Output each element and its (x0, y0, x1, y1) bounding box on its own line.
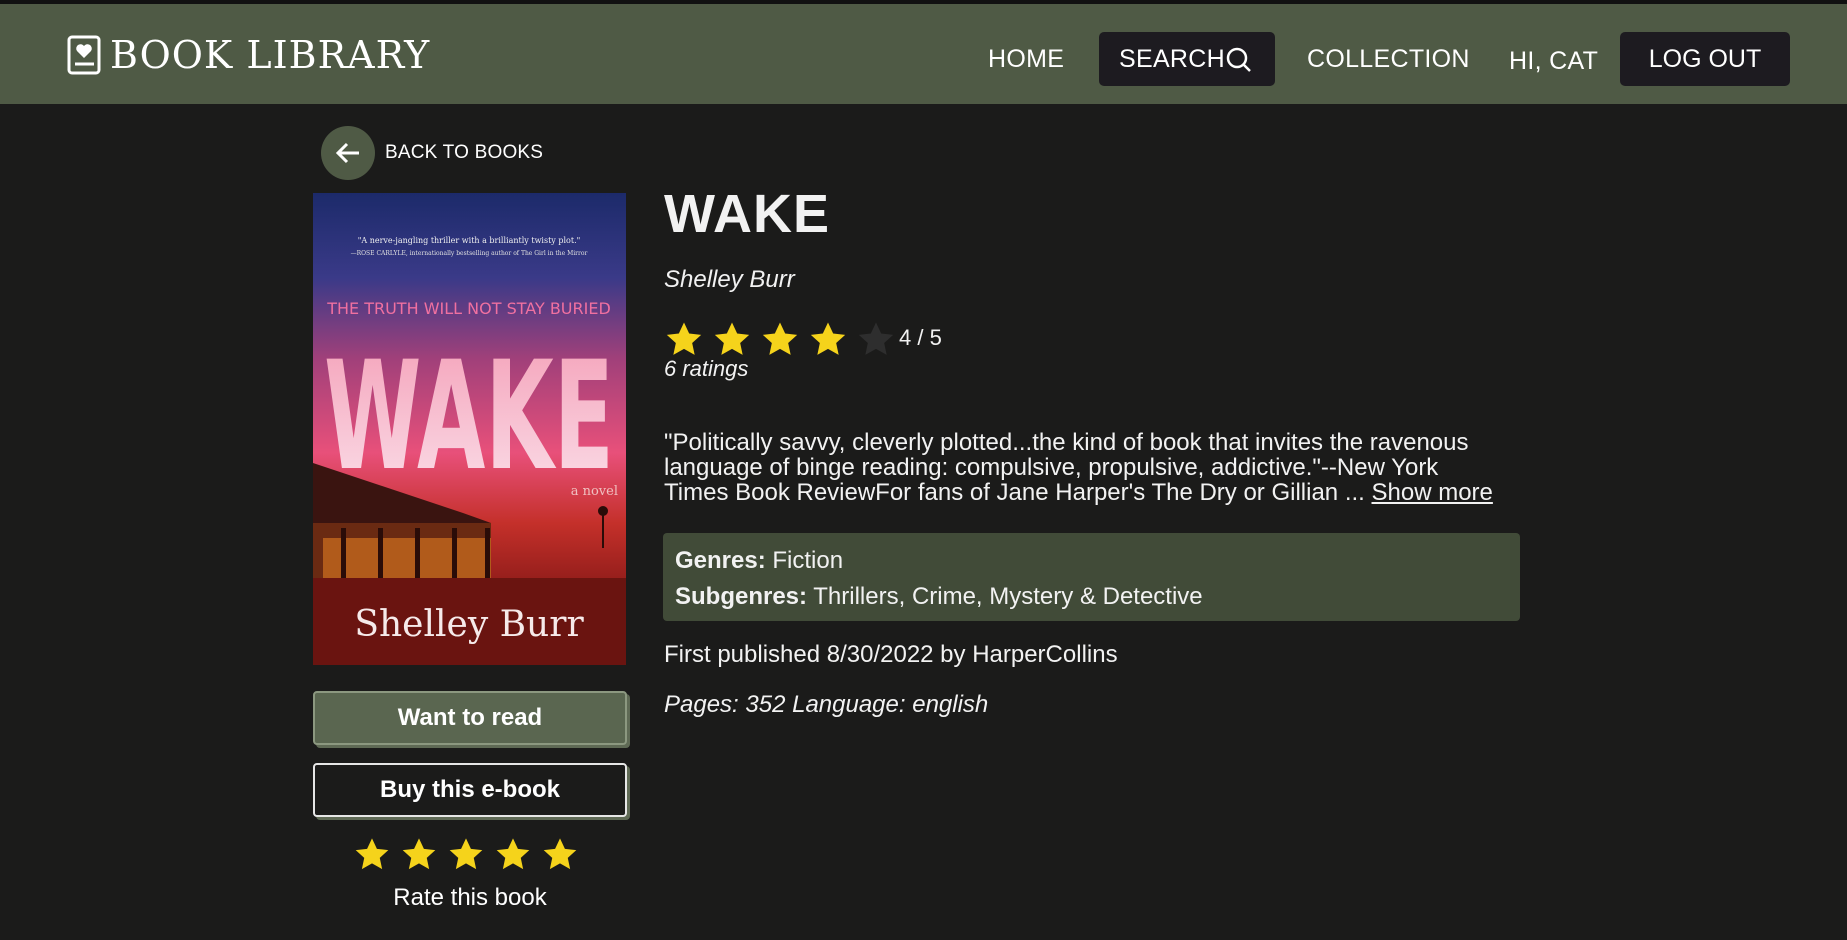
cover-quote-source: —ROSE CARLYLE, internationally bestselli… (351, 250, 588, 257)
nav-search-button[interactable]: SEARCH (1099, 32, 1275, 86)
star-empty-icon (858, 322, 894, 355)
buy-ebook-button[interactable]: Buy this e-book (313, 763, 627, 817)
star-filled-icon (810, 322, 846, 355)
genres-value: Fiction (772, 547, 844, 574)
cover-title: WAKE (324, 330, 614, 504)
star-filled-icon (762, 322, 798, 355)
back-label: BACK TO BOOKS (385, 142, 544, 163)
genre-box: Genres: Fiction Subgenres: Thrillers, Cr… (663, 533, 1520, 621)
cover-subtitle: a novel (571, 484, 618, 499)
genres-label: Genres: (675, 547, 766, 574)
star-filled-icon (666, 322, 702, 355)
publication-info: First published 8/30/2022 by HarperColli… (664, 641, 1118, 668)
rate-star-icon[interactable] (541, 836, 579, 874)
back-to-books-link[interactable]: BACK TO BOOKS (321, 126, 543, 180)
rating-value: 4 / 5 (899, 325, 942, 350)
book-heart-icon (67, 35, 101, 75)
arrow-left-icon (335, 142, 359, 164)
book-description: "Politically savvy, cleverly plotted...t… (664, 430, 1544, 505)
nav-search-label: SEARCH (1119, 45, 1225, 73)
nav-home-link[interactable]: HOME (988, 32, 1064, 86)
book-author: Shelley Burr (664, 266, 795, 293)
back-arrow-button[interactable] (321, 126, 375, 180)
rate-this-book-label: Rate this book (393, 884, 547, 911)
show-more-link[interactable]: Show more (1372, 479, 1493, 506)
description-line: "Politically savvy, cleverly plotted...t… (664, 429, 1469, 456)
description-text: Times Book ReviewFor fans of Jane Harper… (664, 479, 1372, 506)
app-logo[interactable]: BOOK LIBRARY (66, 32, 430, 78)
star-filled-icon (714, 322, 750, 355)
description-line: language of binge reading: compulsive, p… (664, 454, 1439, 481)
search-icon (1226, 47, 1251, 72)
genres-row: Genres: Fiction (675, 543, 1508, 579)
book-title: WAKE (664, 184, 830, 244)
average-rating-stars (664, 320, 896, 360)
subgenres-value: Thrillers, Crime, Mystery & Detective (813, 583, 1203, 610)
rate-star-icon[interactable] (447, 836, 485, 874)
app-title: BOOK LIBRARY (110, 33, 431, 77)
description-line: Times Book ReviewFor fans of Jane Harper… (664, 480, 1544, 505)
rating-count: 6 ratings (664, 356, 749, 381)
user-greeting: HI, CAT (1509, 47, 1599, 75)
rate-stars-input (353, 836, 579, 874)
subgenres-row: Subgenres: Thrillers, Crime, Mystery & D… (675, 579, 1508, 615)
rate-star-icon[interactable] (494, 836, 532, 874)
rate-star-icon[interactable] (400, 836, 438, 874)
nav-collection-link[interactable]: COLLECTION (1307, 32, 1470, 86)
logout-button[interactable]: LOG OUT (1620, 32, 1790, 86)
top-nav-bar: BOOK LIBRARY HOME SEARCH COLLECTION HI, … (0, 4, 1847, 104)
cover-author: Shelley Burr (354, 604, 584, 645)
cover-quote: "A nerve-jangling thriller with a brilli… (358, 236, 581, 245)
book-cover-image: "A nerve-jangling thriller with a brilli… (313, 193, 626, 665)
subgenres-label: Subgenres: (675, 583, 808, 610)
pages-language: Pages: 352 Language: english (664, 691, 989, 718)
cover-tagline: THE TRUTH WILL NOT STAY BURIED (326, 299, 611, 318)
want-to-read-button[interactable]: Want to read (313, 691, 627, 745)
rate-star-icon[interactable] (353, 836, 391, 874)
